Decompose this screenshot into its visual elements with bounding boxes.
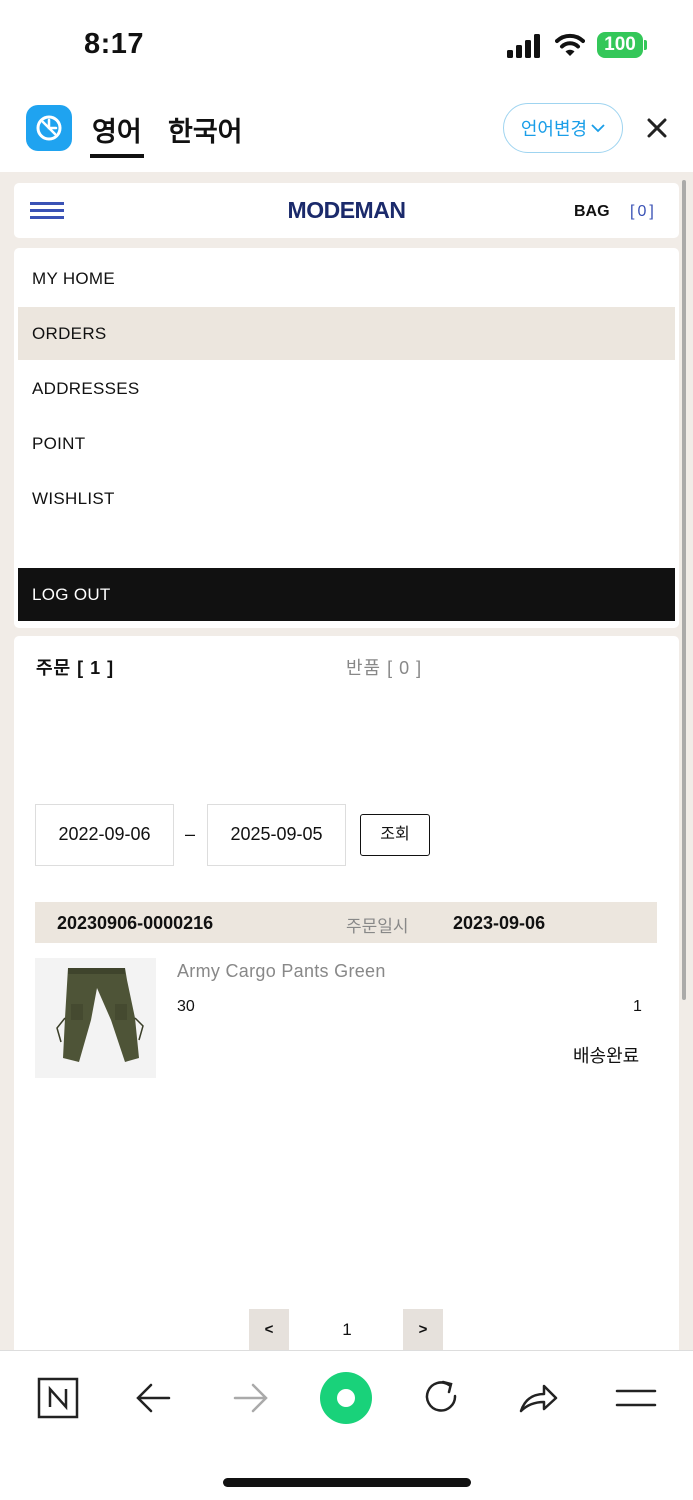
browser-toolbar [0,1350,693,1500]
tab-returns[interactable]: 반품 [ 0 ] [346,654,422,680]
bag-count[interactable]: [0] [630,203,657,221]
naver-n-icon[interactable] [33,1373,83,1423]
menu-item-orders[interactable]: ORDERS [18,307,675,360]
product-name[interactable]: Army Cargo Pants Green [177,961,386,982]
wifi-icon [555,33,585,56]
forward-arrow-icon[interactable] [225,1373,275,1423]
logout-button[interactable]: LOG OUT [18,568,675,621]
order-header: 20230906-0000216 주문일시 2023-09-06 [35,902,657,943]
account-menu: MY HOME ORDERS ADDRESSES POINT WISHLIST … [14,248,679,628]
pager-current-page[interactable]: 1 [332,1309,362,1350]
product-quantity: 1 [633,998,642,1015]
delivery-status: 배송완료 [573,1046,640,1066]
tab-source-language[interactable]: 영어 [92,110,142,149]
pager-next-button[interactable]: > [403,1309,443,1350]
date-separator: – [185,824,196,844]
battery-tip [644,40,647,50]
active-tab-underline [90,154,144,158]
date-to-input[interactable]: 2025-09-05 [207,804,346,866]
chevron-down-icon [591,124,605,133]
orders-panel: 주문 [ 1 ] 반품 [ 0 ] 2022-09-06 – 2025-09-0… [14,636,679,1350]
change-language-button[interactable]: 언어변경 [503,103,623,153]
battery-level: 100 [597,32,643,58]
green-dot-icon[interactable] [319,1371,373,1425]
menu-item-point[interactable]: POINT [18,417,675,470]
order-date: 2023-09-06 [453,913,546,933]
date-from-input[interactable]: 2022-09-06 [35,804,174,866]
reload-icon[interactable] [416,1373,466,1423]
tab-target-language[interactable]: 한국어 [168,110,243,149]
tab-orders[interactable]: 주문 [ 1 ] [36,654,114,680]
menu-item-wishlist[interactable]: WISHLIST [18,472,675,525]
menu-icon[interactable] [611,1373,661,1423]
order-date-label: 주문일시 [346,917,409,936]
page-scrollbar[interactable] [682,180,686,1000]
share-icon[interactable] [513,1373,563,1423]
home-indicator[interactable] [223,1478,471,1487]
back-arrow-icon[interactable] [129,1373,179,1423]
cellular-signal-icon [507,34,540,58]
menu-item-my-home[interactable]: MY HOME [18,252,675,305]
menu-item-addresses[interactable]: ADDRESSES [18,362,675,415]
web-page: MODEMAN BAG [0] MY HOME ORDERS ADDRESSES… [0,172,693,1350]
product-image[interactable] [35,958,156,1078]
search-button[interactable]: 조회 [360,814,430,856]
pager-prev-button[interactable]: < [249,1309,289,1350]
pagination: < 1 > [14,1309,679,1350]
bag-link[interactable]: BAG [574,203,610,221]
translator-bar: 영어 한국어 언어변경 [0,90,693,172]
change-language-label: 언어변경 [520,119,588,139]
battery-indicator: 100 [597,32,647,58]
status-bar: 8:17 100 [0,0,693,90]
site-header: MODEMAN BAG [0] [14,183,679,238]
product-option: 30 [177,998,195,1015]
order-number[interactable]: 20230906-0000216 [57,913,213,934]
status-time: 8:17 [84,28,145,60]
close-icon[interactable] [643,114,671,142]
translator-app-icon[interactable] [26,105,72,151]
